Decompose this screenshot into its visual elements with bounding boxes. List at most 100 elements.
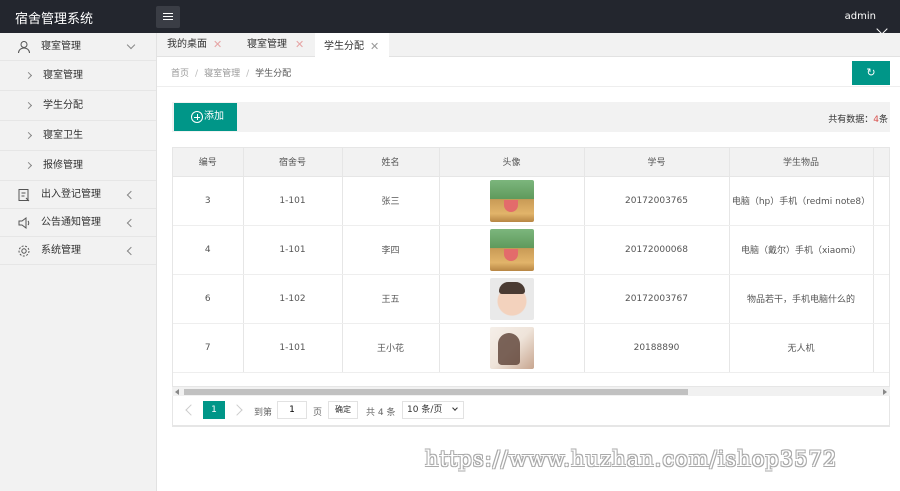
chevron-left-icon <box>126 190 136 200</box>
top-bar: 宿舍管理系统 admin <box>0 0 900 35</box>
chevron-left-icon <box>126 218 136 228</box>
breadcrumb-dorm[interactable]: 寝室管理 <box>204 69 240 79</box>
cell-name: 王五 <box>342 274 440 324</box>
clipboard-icon <box>18 189 30 202</box>
next-page-icon[interactable] <box>231 404 243 416</box>
cell-actions <box>873 323 889 373</box>
close-icon[interactable]: ✕ <box>213 33 222 57</box>
scroll-right-icon[interactable] <box>883 389 887 395</box>
tab-desktop[interactable]: 我的桌面 ✕ <box>157 33 233 57</box>
cell-items: 电脑（hp）手机（redmi note8） <box>729 176 874 226</box>
column-header-name[interactable]: 姓名 <box>342 148 440 177</box>
cell-dorm: 1-101 <box>243 225 343 275</box>
app-title: 宿舍管理系统 <box>15 12 94 27</box>
breadcrumb-current: 学生分配 <box>255 69 292 79</box>
column-header-id[interactable]: 编号 <box>173 148 244 177</box>
prev-page-icon[interactable] <box>185 404 197 416</box>
chevron-down-icon <box>452 405 458 411</box>
cell-id: 3 <box>173 176 244 226</box>
goto-label: 到第 <box>254 408 273 418</box>
close-icon[interactable]: ✕ <box>295 33 304 57</box>
speaker-icon <box>18 217 30 229</box>
plus-circle-icon <box>191 111 203 123</box>
menu-toggle-button[interactable] <box>156 6 180 28</box>
cell-student-no: 20188890 <box>584 323 730 373</box>
tab-dorm-manage[interactable]: 寝室管理 ✕ <box>237 33 313 57</box>
cell-name: 王小花 <box>342 323 440 373</box>
table-toolbar: 添加 共有数据：4条 <box>172 102 890 132</box>
column-header-avatar[interactable]: 头像 <box>439 148 585 177</box>
cell-dorm: 1-102 <box>243 274 343 324</box>
column-header-dorm[interactable]: 宿舍号 <box>243 148 343 177</box>
sidebar-item-repair[interactable]: 报修管理 <box>0 151 156 181</box>
cell-avatar <box>439 225 585 275</box>
table-header-row: 编号 宿舍号 姓名 头像 学号 学生物品 <box>173 148 889 177</box>
column-header-actions <box>873 148 889 177</box>
avatar-image <box>489 228 534 271</box>
chevron-left-icon <box>126 246 136 256</box>
sidebar: 寝室管理 寝室管理 学生分配 寝室卫生 报修管理 出入登记管理 公告通知管理 系… <box>0 33 157 491</box>
add-button[interactable]: 添加 <box>174 103 237 131</box>
sidebar-group-dorm[interactable]: 寝室管理 <box>0 33 156 61</box>
cell-student-no: 20172003765 <box>584 176 730 226</box>
pagination: 1 到第 页 确定 共 4 条 10 条/页 <box>172 398 890 426</box>
breadcrumb-bar: 首页 / 寝室管理 / 学生分配 ↻ <box>157 57 900 87</box>
scrollbar-thumb[interactable] <box>184 389 688 395</box>
cell-avatar <box>439 323 585 373</box>
refresh-icon: ↻ <box>866 66 876 79</box>
cell-dorm: 1-101 <box>243 323 343 373</box>
confirm-button[interactable]: 确定 <box>328 401 358 419</box>
cell-name: 张三 <box>342 176 440 226</box>
chevron-down-icon <box>126 40 136 50</box>
chevron-right-icon <box>24 101 33 110</box>
cell-student-no: 20172000068 <box>584 225 730 275</box>
cell-actions <box>873 274 889 324</box>
gear-icon <box>18 245 30 257</box>
sidebar-item-dorm-manage[interactable]: 寝室管理 <box>0 61 156 91</box>
cell-items: 无人机 <box>729 323 874 373</box>
table-row: 3 1-101 张三 20172003765 电脑（hp）手机（redmi note8） <box>173 176 889 226</box>
close-icon[interactable]: ✕ <box>370 35 379 59</box>
sidebar-item-dorm-hygiene[interactable]: 寝室卫生 <box>0 121 156 151</box>
page-unit-label: 页 <box>313 408 323 418</box>
cell-actions <box>873 176 889 226</box>
sidebar-group-notice[interactable]: 公告通知管理 <box>0 209 156 237</box>
sidebar-group-access-log[interactable]: 出入登记管理 <box>0 181 156 209</box>
column-header-items[interactable]: 学生物品 <box>729 148 874 177</box>
sidebar-group-system[interactable]: 系统管理 <box>0 237 156 265</box>
refresh-button[interactable]: ↻ <box>852 61 890 85</box>
column-header-student-no[interactable]: 学号 <box>584 148 730 177</box>
scroll-left-icon[interactable] <box>175 389 179 395</box>
avatar-image <box>489 179 534 222</box>
sidebar-group-label: 寝室管理 <box>41 41 81 52</box>
cell-avatar <box>439 274 585 324</box>
cell-name: 李四 <box>342 225 440 275</box>
page-size-select[interactable]: 10 条/页 <box>402 401 464 419</box>
cell-items: 物品若干，手机电脑什么的 <box>729 274 874 324</box>
sidebar-item-student-assign[interactable]: 学生分配 <box>0 91 156 121</box>
chevron-right-icon <box>24 161 33 170</box>
cell-actions <box>873 225 889 275</box>
page-number-current[interactable]: 1 <box>203 401 225 419</box>
cell-dorm: 1-101 <box>243 176 343 226</box>
page-input[interactable] <box>277 401 307 419</box>
breadcrumb-home[interactable]: 首页 <box>171 69 189 79</box>
chevron-right-icon <box>24 71 33 80</box>
tab-student-assign[interactable]: 学生分配 ✕ <box>315 33 389 57</box>
cell-items: 电脑（戴尔）手机（xiaomi） <box>729 225 874 275</box>
horizontal-scrollbar[interactable] <box>172 386 890 396</box>
student-table: 编号 宿舍号 姓名 头像 学号 学生物品 3 1-101 张三 20172003765… <box>172 147 890 427</box>
watermark: https://www.huzhan.com/ishop3572 <box>425 447 838 471</box>
table-row: 6 1-102 王五 20172003767 物品若干，手机电脑什么的 <box>173 274 889 324</box>
tab-bar: 我的桌面 ✕ 寝室管理 ✕ 学生分配 ✕ <box>157 33 900 57</box>
user-icon <box>18 41 30 54</box>
user-menu[interactable]: admin <box>845 11 876 22</box>
table-row: 7 1-101 王小花 20188890 无人机 <box>173 323 889 373</box>
chevron-right-icon <box>24 131 33 140</box>
cell-id: 6 <box>173 274 244 324</box>
avatar-image <box>489 326 534 369</box>
avatar-image <box>489 277 534 320</box>
cell-id: 7 <box>173 323 244 373</box>
cell-student-no: 20172003767 <box>584 274 730 324</box>
record-count: 共有数据：4条 <box>828 115 888 125</box>
